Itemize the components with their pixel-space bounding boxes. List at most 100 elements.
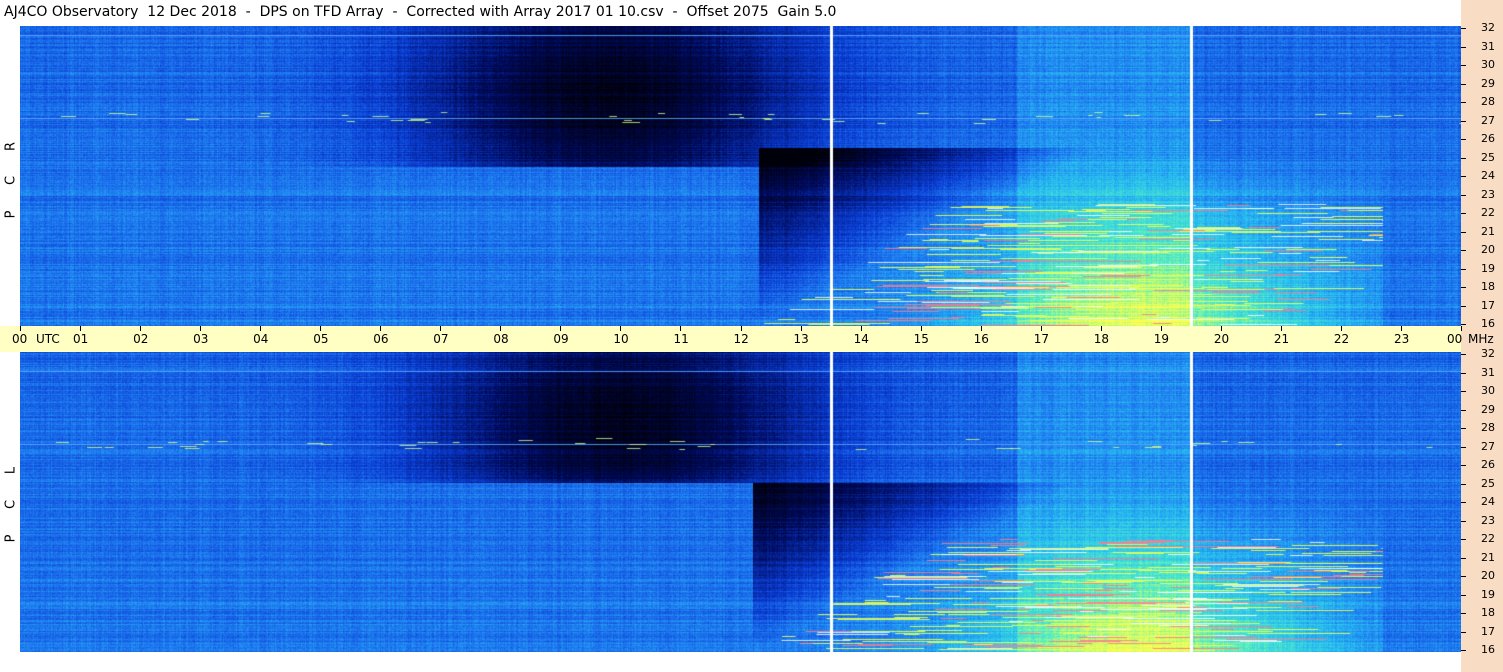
time-tick-label: 06 — [373, 332, 389, 346]
time-tick-label: 16 — [973, 332, 989, 346]
time-tick-mark — [380, 326, 382, 331]
time-tick-label: 12 — [733, 332, 749, 346]
mhz-unit-label: MHz — [1468, 332, 1494, 346]
frequency-tick-label: 17 — [1481, 625, 1495, 638]
frequency-tick-label: 32 — [1481, 347, 1495, 360]
frequency-tick-label: 21 — [1481, 551, 1495, 564]
time-tick-mark — [260, 326, 262, 331]
frequency-tick-label: 26 — [1481, 132, 1495, 145]
polarization-letter: C — [3, 499, 19, 510]
time-tick-label: 08 — [493, 332, 509, 346]
frequency-tick-mark — [1461, 391, 1466, 392]
frequency-tick-label: 29 — [1481, 403, 1495, 416]
rcp-spectrogram — [20, 26, 1461, 326]
time-tick-mark — [440, 326, 442, 331]
time-tick-label: 22 — [1333, 332, 1350, 346]
time-tick-label: 03 — [193, 332, 209, 346]
frequency-tick-mark — [1461, 158, 1466, 159]
time-tick-mark — [1280, 326, 1282, 331]
time-tick-mark — [1461, 326, 1462, 331]
polarization-letter: P — [3, 534, 19, 543]
time-tick-mark — [1400, 326, 1402, 331]
frequency-tick-label: 26 — [1481, 458, 1495, 471]
frequency-tick-mark — [1461, 595, 1466, 596]
frequency-tick-label: 19 — [1481, 262, 1495, 275]
polarization-letter: R — [3, 141, 19, 152]
time-tick-mark — [560, 326, 562, 331]
time-tick-label: 14 — [853, 332, 869, 346]
frequency-tick-label: 32 — [1481, 21, 1495, 34]
frequency-tick-mark — [1461, 576, 1466, 577]
time-tick-mark — [620, 326, 622, 331]
frequency-tick-mark — [1461, 102, 1466, 103]
frequency-tick-mark — [1461, 484, 1466, 485]
time-tick-mark — [740, 326, 742, 331]
frequency-tick-mark — [1461, 373, 1466, 374]
frequency-tick-label: 24 — [1481, 495, 1495, 508]
frequency-tick-label: 28 — [1481, 421, 1495, 434]
time-tick-label: 04 — [253, 332, 269, 346]
frequency-tick-label: 21 — [1481, 225, 1495, 238]
time-tick-mark — [80, 326, 82, 331]
polarization-letter: P — [3, 210, 19, 219]
time-tick-label: 23 — [1393, 332, 1410, 346]
frequency-tick-mark — [1461, 410, 1466, 411]
frequency-tick-label: 18 — [1481, 606, 1495, 619]
frequency-tick-mark — [1461, 139, 1466, 140]
time-tick-label: 21 — [1273, 332, 1290, 346]
frequency-tick-mark — [1461, 613, 1466, 614]
frequency-tick-mark — [1461, 650, 1466, 651]
time-tick-mark — [140, 326, 142, 331]
time-tick-label: 07 — [433, 332, 449, 346]
frequency-tick-label: 16 — [1481, 317, 1495, 330]
time-tick-label: 19 — [1153, 332, 1170, 346]
frequency-tick-label: 23 — [1481, 188, 1495, 201]
frequency-tick-mark — [1461, 632, 1466, 633]
frequency-tick-mark — [1461, 465, 1466, 466]
frequency-tick-mark — [1461, 28, 1466, 29]
frequency-tick-label: 22 — [1481, 206, 1495, 219]
time-tick-mark — [680, 326, 682, 331]
frequency-tick-label: 30 — [1481, 384, 1495, 397]
frequency-tick-label: 27 — [1481, 114, 1495, 127]
frequency-tick-label: 16 — [1481, 643, 1495, 656]
frequency-tick-label: 23 — [1481, 514, 1495, 527]
frequency-tick-mark — [1461, 502, 1466, 503]
frequency-tick-mark — [1461, 250, 1466, 251]
time-tick-mark — [20, 326, 21, 331]
time-tick-label: 00 — [12, 332, 28, 346]
frequency-tick-mark — [1461, 121, 1466, 122]
time-tick-mark — [500, 326, 502, 331]
time-tick-mark — [1340, 326, 1342, 331]
frequency-tick-mark — [1461, 47, 1466, 48]
frequency-tick-mark — [1461, 521, 1466, 522]
polarization-letter: L — [3, 466, 19, 475]
time-tick-label: 02 — [133, 332, 149, 346]
time-tick-label: 00 — [1447, 332, 1463, 346]
frequency-tick-label: 27 — [1481, 440, 1495, 453]
frequency-tick-mark — [1461, 324, 1466, 325]
time-tick-label: 17 — [1033, 332, 1049, 346]
polarization-letter: C — [3, 175, 19, 186]
frequency-tick-mark — [1461, 176, 1466, 177]
time-tick-mark — [200, 326, 202, 331]
time-tick-label: 10 — [613, 332, 629, 346]
time-tick-mark — [1160, 326, 1162, 331]
frequency-tick-label: 29 — [1481, 77, 1495, 90]
time-tick-label: 01 — [73, 332, 89, 346]
frequency-tick-label: 20 — [1481, 569, 1495, 582]
frequency-tick-label: 31 — [1481, 40, 1495, 53]
utc-label: UTC — [36, 332, 60, 346]
time-tick-label: 09 — [553, 332, 569, 346]
time-tick-mark — [980, 326, 982, 331]
frequency-tick-label: 25 — [1481, 477, 1495, 490]
time-tick-label: 15 — [913, 332, 929, 346]
frequency-tick-mark — [1461, 213, 1466, 214]
time-tick-mark — [860, 326, 862, 331]
lcp-spectrogram — [20, 352, 1461, 652]
time-tick-label: 13 — [793, 332, 809, 346]
chart-title: AJ4CO Observatory 12 Dec 2018 - DPS on T… — [4, 4, 837, 20]
frequency-tick-mark — [1461, 354, 1466, 355]
frequency-tick-mark — [1461, 539, 1466, 540]
frequency-tick-label: 24 — [1481, 169, 1495, 182]
